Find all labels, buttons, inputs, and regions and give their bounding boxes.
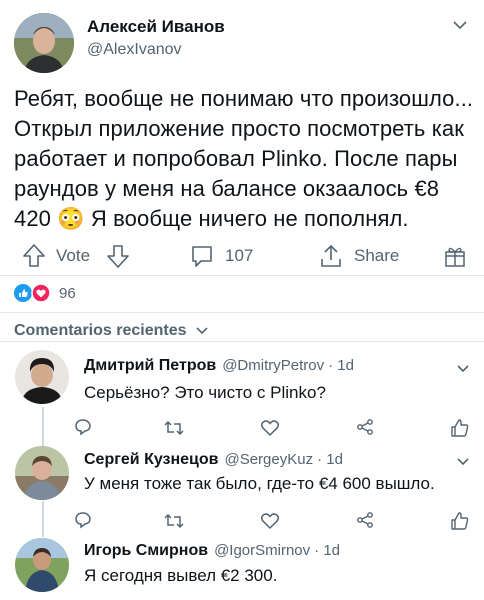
reactions-count: 96 [59,284,76,302]
comment-icon [192,246,212,267]
author-handle[interactable]: @AlexIvanov [87,41,182,59]
comment-icon [75,512,91,529]
reply-avatar[interactable] [15,538,69,592]
thread-line [42,501,44,537]
upvote-button[interactable]: Vote [22,243,90,269]
reply-text: У меня тоже так было, где-то €4 600 вышл… [84,474,435,493]
post-text-line: Открыл приложение просто посмотреть как [14,116,464,141]
chevron-down-icon [195,327,208,335]
reply-header: Игорь Смирнов @IgorSmirnov · 1d [84,542,340,560]
author-avatar[interactable] [14,13,74,73]
retweet-button[interactable] [164,419,184,442]
like-button[interactable] [260,419,280,442]
reply-header: Дмитрий Петров @DmitryPetrov · 1d [84,357,354,375]
retweet-icon [164,513,184,529]
reply-avatar[interactable] [15,350,69,404]
reply-time: · 1d [328,357,354,374]
reply-avatar[interactable] [15,446,69,500]
thumbs-up-button[interactable] [450,418,470,443]
heart-icon [260,420,280,437]
thumbs-up-button[interactable] [450,511,470,536]
reply-author-name[interactable]: Дмитрий Петров [84,357,216,375]
post-text-line: раундов у меня на балансе окзаалось €8 [14,176,440,201]
divider [0,312,484,313]
share-nodes-icon [357,419,373,435]
comment-icon [75,419,91,436]
gift-button[interactable] [443,243,467,274]
reply-button[interactable] [74,418,92,441]
post-text-line: Ребят, вообще не понимаю что произошло..… [14,86,474,111]
reply-button[interactable] [74,511,92,534]
reply-author-handle[interactable]: @SergeyKuz [224,451,313,468]
share-button[interactable] [356,511,374,534]
reply-author-handle[interactable]: @DmitryPetrov [222,357,324,374]
comments-button[interactable]: 107 [189,243,253,269]
reply-author-name[interactable]: Сергей Кузнецов [84,451,218,469]
share-button[interactable] [356,418,374,441]
chevron-down-icon[interactable] [452,18,468,37]
thumbs-up-icon [451,512,469,530]
comments-count: 107 [225,246,254,265]
post-text: Ребят, вообще не понимаю что произошло..… [14,84,476,234]
post-text-line: 420 😳 Я вообще ничего не пополнял. [14,206,409,231]
arrow-up-icon [23,244,45,267]
share-icon [321,244,341,267]
thumbs-up-icon [451,419,469,437]
heart-icon [260,513,280,530]
share-button[interactable]: Share [318,243,399,269]
reply-time: · 1d [314,542,341,559]
reply-text: Серьёзно? Это чисто с Plinko? [84,383,326,402]
author-name[interactable]: Алексей Иванов [87,17,225,37]
comments-sort-dropdown[interactable]: Comentarios recientes [14,322,209,340]
reactions-summary[interactable]: 96 [13,283,76,303]
comments-section-title: Comentarios recientes [14,322,187,339]
downvote-button[interactable] [106,243,130,274]
divider [0,275,484,276]
divider [0,341,484,342]
chevron-down-icon[interactable] [456,362,470,380]
reply-text: Я сегодня вывел €2 300. [84,566,278,585]
reply-author-handle[interactable]: @IgorSmirnov [214,542,310,559]
arrow-down-icon [107,245,129,268]
post-text-line: работает и попробовал Plinko. После пары [14,146,458,171]
heart-reaction-icon [31,283,51,303]
like-button[interactable] [260,512,280,535]
retweet-icon [164,420,184,436]
chevron-down-icon[interactable] [456,455,470,473]
reply-author-name[interactable]: Игорь Смирнов [84,542,208,560]
gift-icon [445,247,465,267]
retweet-button[interactable] [164,512,184,535]
share-nodes-icon [357,512,373,528]
share-label: Share [354,246,400,265]
reply-time: · 1d [317,451,343,468]
reply-header: Сергей Кузнецов @SergeyKuz · 1d [84,451,343,469]
vote-label: Vote [56,246,91,265]
